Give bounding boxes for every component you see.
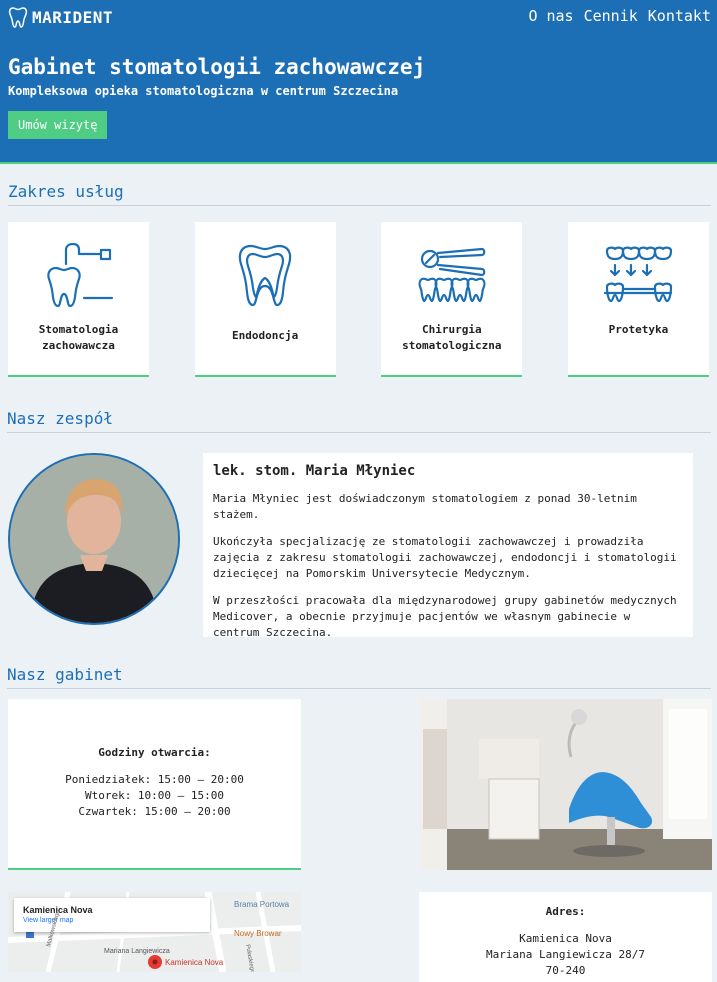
bio-paragraph: W przeszłości pracowała dla międzynarodo…	[213, 594, 677, 639]
tooth-logo-icon	[8, 7, 28, 28]
doctor-photo	[8, 453, 180, 625]
map-label: Mariana Langiewicza	[104, 948, 170, 955]
service-card-conservative[interactable]: Stomatologia zachowawcza	[8, 222, 149, 377]
services-title: Zakres usług	[8, 182, 711, 206]
clinic-section: Nasz gabinet Godziny otwarcia: Poniedzia…	[0, 665, 717, 982]
brand-name: MARIDENT	[32, 7, 114, 27]
team-section: Nasz zespół lek. stom. Maria Młyniec Mar…	[0, 409, 717, 639]
map-place-name: Kamienica Nova	[23, 905, 93, 915]
tooth-extraction-icon	[418, 247, 486, 303]
map-label: Kamienica Nova	[165, 958, 224, 967]
location-map[interactable]: Kamienica Nova View larger map Brama Por…	[8, 892, 301, 972]
service-label: Protetyka	[608, 323, 669, 336]
service-card-prosthetics[interactable]: Protetyka	[567, 222, 709, 377]
hours-row: Poniedziałek: 15:00 – 20:00	[65, 773, 244, 786]
service-label: Stomatologia zachowawcza	[38, 323, 119, 352]
service-card-endodontics[interactable]: Endodoncja	[194, 222, 336, 377]
bio-paragraph: Ukończyła specjalizację ze stomatologii …	[213, 535, 677, 580]
address-line: 70-240	[545, 964, 586, 977]
bio-paragraph: Maria Młyniec jest doświadczonym stomato…	[213, 492, 637, 521]
hours-title: Godziny otwarcia:	[98, 746, 211, 759]
book-appointment-button[interactable]: Umów wizytę	[8, 111, 108, 139]
tooth-drill-icon	[46, 242, 113, 308]
clinic-photo	[419, 699, 712, 870]
main-nav: O nas Cennik Kontakt	[528, 7, 711, 25]
hours-row: Wtorek: 10:00 – 15:00	[84, 789, 225, 802]
dental-bridge-icon	[604, 246, 673, 303]
map-label: Brama Portowa	[234, 900, 290, 909]
nav-link-contact[interactable]: Kontakt	[648, 7, 711, 25]
services-section: Zakres usług Stomatologia zachowawcza En…	[0, 182, 717, 377]
service-label: Chirurgia stomatologiczna	[402, 323, 502, 352]
tooth-root-icon	[238, 244, 292, 307]
hero-title: Gabinet stomatologii zachowawczej	[8, 55, 426, 79]
service-label: Endodoncja	[232, 329, 299, 342]
nav-link-about[interactable]: O nas	[528, 7, 573, 25]
service-card-surgery[interactable]: Chirurgia stomatologiczna	[381, 222, 523, 377]
doctor-name: lek. stom. Maria Młyniec	[213, 463, 416, 479]
opening-hours-card: Godziny otwarcia: Poniedziałek: 15:00 – …	[8, 699, 301, 870]
brand-logo[interactable]: MARIDENT	[8, 6, 113, 28]
address-line: Kamienica Nova	[519, 932, 612, 945]
map-label: Nowy Browar	[234, 929, 282, 938]
address-title: Adres:	[545, 905, 586, 918]
address-line: Mariana Langiewicza 28/7	[486, 948, 645, 961]
doctor-bio-card: lek. stom. Maria Młyniec Maria Młyniec j…	[203, 453, 693, 639]
team-title: Nasz zespół	[7, 409, 711, 433]
site-header: MARIDENT O nas Cennik Kontakt Gabinet st…	[0, 0, 717, 164]
clinic-title: Nasz gabinet	[7, 665, 711, 689]
address-card: Adres: Kamienica Nova Mariana Langiewicz…	[419, 892, 712, 982]
nav-link-pricing[interactable]: Cennik	[584, 7, 638, 25]
hours-row: Czwartek: 15:00 – 20:00	[78, 805, 231, 818]
hero-subtitle: Kompleksowa opieka stomatologiczna w cen…	[8, 84, 399, 98]
